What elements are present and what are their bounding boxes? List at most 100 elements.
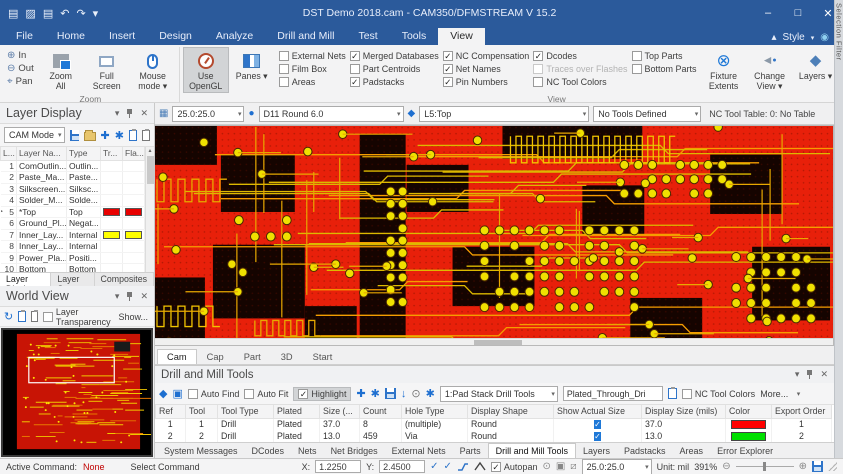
- layer-transparency-checkbox[interactable]: Layer Transparency: [43, 307, 114, 327]
- menu-tab-tools[interactable]: Tools: [390, 28, 439, 45]
- open-folder-icon[interactable]: ▨: [25, 7, 35, 20]
- canvas-hscrollbar[interactable]: [155, 338, 833, 345]
- canvas-tab-start[interactable]: Start: [303, 349, 343, 364]
- copy-view-icon[interactable]: [18, 311, 25, 322]
- checkbox-dcodes[interactable]: ✓Dcodes: [533, 51, 627, 61]
- drill-row[interactable]: 11DrillPlated37.08(multiple)Round✓37.01: [156, 418, 832, 430]
- drill-color-cell[interactable]: [726, 430, 772, 442]
- checkbox-film-box[interactable]: Film Box: [279, 64, 346, 74]
- drill-col-header[interactable]: Tool Type: [218, 405, 274, 418]
- selection-filter-strip[interactable]: Selection Filter: [834, 0, 843, 458]
- autopan-checkbox[interactable]: ✓Autopan: [491, 462, 538, 472]
- layer-color-cell[interactable]: [101, 252, 123, 264]
- layer-color-cell[interactable]: [123, 241, 145, 253]
- menu-tab-design[interactable]: Design: [147, 28, 204, 45]
- help-icon[interactable]: ◉: [820, 32, 829, 43]
- drill-col-header[interactable]: Show Actual Size: [554, 405, 642, 418]
- checkbox-top-parts[interactable]: Top Parts: [632, 51, 697, 61]
- layer-color-cell[interactable]: [101, 172, 123, 184]
- layer-table-scrollbar[interactable]: ▴: [145, 147, 154, 272]
- layer-row[interactable]: 6Ground_Pl...Negat...: [1, 218, 145, 230]
- origin-icon[interactable]: ⊙: [542, 461, 550, 472]
- drill-name-input[interactable]: Plated_Through_Dri: [563, 386, 663, 401]
- bottom-tab-external-nets[interactable]: External Nets: [385, 444, 453, 458]
- select-all-icon[interactable]: ✱: [426, 387, 435, 400]
- layer-col-header[interactable]: Type: [67, 147, 101, 160]
- layer-color-cell[interactable]: [101, 195, 123, 207]
- ribbon-button-panes[interactable]: Panes ▾: [229, 47, 275, 93]
- layer-row[interactable]: 5▸*TopTop: [1, 206, 145, 218]
- layer-col-header[interactable]: Fla...: [123, 147, 145, 160]
- drill-col-header[interactable]: Tool: [186, 405, 218, 418]
- open-layers-icon[interactable]: [84, 132, 95, 141]
- all-layers-icon[interactable]: ✱: [115, 129, 124, 142]
- layer-color-cell[interactable]: [123, 172, 145, 184]
- ribbon-button-change-view[interactable]: Change View ▾: [747, 47, 793, 93]
- canvas-tab-cam[interactable]: Cam: [157, 349, 197, 364]
- status-grid-select[interactable]: 25.0:25.0▾: [582, 459, 652, 474]
- layer-color-cell[interactable]: [101, 218, 123, 230]
- panel-menu-icon[interactable]: ▾: [795, 369, 800, 380]
- highlight-checkbox[interactable]: ✓Highlight: [293, 387, 351, 401]
- checkbox-merged-databases[interactable]: ✓Merged Databases: [350, 51, 439, 61]
- bottom-tab-drill-and-mill-tools[interactable]: Drill and Mill Tools: [488, 443, 576, 458]
- y-coordinate-field[interactable]: 2.4500: [379, 460, 425, 473]
- layer-row[interactable]: 4Solder_M...Solde...: [1, 195, 145, 207]
- menu-tab-analyze[interactable]: Analyze: [204, 28, 265, 45]
- zoom-radio-pan[interactable]: ⌖Pan: [7, 76, 34, 87]
- cam-mode-select[interactable]: CAM Mode▾: [4, 127, 65, 143]
- frame-mode-icon[interactable]: ▣: [556, 461, 565, 472]
- checkbox-part-centroids[interactable]: Part Centroids: [350, 64, 439, 74]
- pcb-canvas[interactable]: [155, 125, 834, 346]
- bottom-tab-layers[interactable]: Layers: [576, 444, 617, 458]
- bottom-tab-areas[interactable]: Areas: [673, 444, 711, 458]
- menu-tab-test[interactable]: Test: [346, 28, 389, 45]
- checkbox-areas[interactable]: Areas: [279, 77, 346, 87]
- canvas-tab-cap[interactable]: Cap: [197, 349, 234, 364]
- drill-col-header[interactable]: Count: [360, 405, 402, 418]
- zoom-in-icon[interactable]: ⊕: [799, 461, 807, 472]
- drill-color-cell[interactable]: [726, 418, 772, 430]
- canvas-tab-3d[interactable]: 3D: [271, 349, 303, 364]
- undo-icon[interactable]: ↶: [60, 7, 69, 20]
- ribbon-button-use-opengl[interactable]: Use OpenGL: [183, 47, 229, 93]
- all-tools-icon[interactable]: ✱: [371, 387, 380, 400]
- layer-col-header[interactable]: L...: [1, 147, 17, 160]
- drill-col-header[interactable]: Display Shape: [468, 405, 554, 418]
- tab-composites[interactable]: Composites: [95, 273, 154, 286]
- checkbox-nc-tool-colors[interactable]: NC Tool Colors: [533, 77, 627, 87]
- ortho-path-icon[interactable]: [457, 461, 469, 472]
- menu-tab-drill-and-mill[interactable]: Drill and Mill: [265, 28, 346, 45]
- bottom-tab-padstacks[interactable]: Padstacks: [617, 444, 673, 458]
- bottom-tab-dcodes[interactable]: DCodes: [245, 444, 292, 458]
- any-angle-path-icon[interactable]: [474, 461, 486, 472]
- customize-toolbar-icon[interactable]: ▾: [93, 7, 99, 20]
- tab-layer-sets[interactable]: Layer Sets: [51, 273, 94, 286]
- panel-menu-icon[interactable]: ▾: [115, 108, 120, 119]
- nc-tools-select[interactable]: No Tools Defined▾: [593, 106, 701, 122]
- bottom-tab-nets[interactable]: Nets: [291, 444, 324, 458]
- zoom-out-icon[interactable]: ⊖: [722, 461, 730, 472]
- grid-select[interactable]: 25.0:25.0▾: [172, 106, 244, 122]
- layer-col-header[interactable]: Layer Na...: [17, 147, 67, 160]
- nc-tool-colors-checkbox[interactable]: NC Tool Colors: [682, 389, 755, 399]
- world-view-thumbnail[interactable]: [1, 328, 153, 457]
- drill-col-header[interactable]: Display Size (mils): [642, 405, 726, 418]
- layer-color-cell[interactable]: [101, 241, 123, 253]
- checkbox-pin-numbers[interactable]: ✓Pin Numbers: [443, 77, 530, 87]
- menu-tab-file[interactable]: File: [4, 28, 45, 45]
- dcode-select[interactable]: D11 Round 6.0▾: [259, 106, 404, 122]
- collapse-ribbon-icon[interactable]: ▴: [771, 32, 776, 43]
- bottom-tab-parts[interactable]: Parts: [453, 444, 488, 458]
- resize-grip[interactable]: [828, 462, 837, 471]
- redo-icon[interactable]: ↷: [76, 7, 85, 20]
- layer-row[interactable]: 10BottomBottom: [1, 264, 145, 273]
- auto-fit-checkbox[interactable]: Auto Fit: [244, 389, 288, 399]
- copy-layers-icon[interactable]: [129, 130, 137, 141]
- layer-color-cell[interactable]: [101, 264, 123, 273]
- checkbox-padstacks[interactable]: ✓Padstacks: [350, 77, 439, 87]
- pin-icon[interactable]: [126, 292, 133, 301]
- layer-color-cell[interactable]: [101, 229, 123, 241]
- style-menu[interactable]: Style: [783, 32, 805, 43]
- menu-tab-view[interactable]: View: [438, 28, 485, 45]
